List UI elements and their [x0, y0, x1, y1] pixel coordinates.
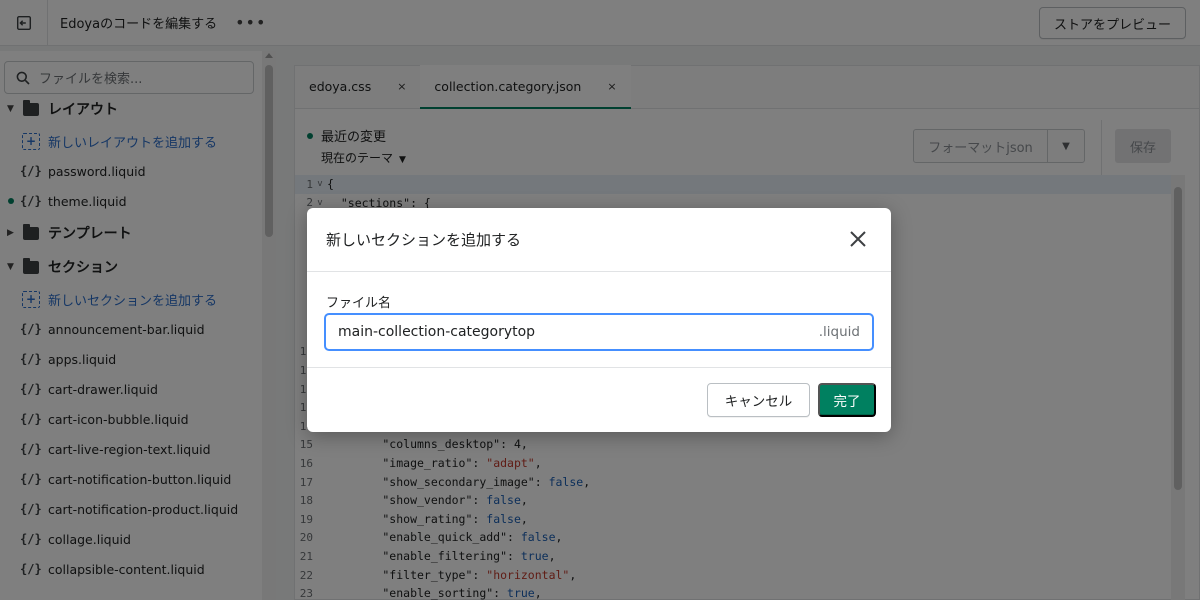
dialog-footer: キャンセル 完了 — [307, 368, 891, 432]
file-name-label: ファイル名 — [326, 296, 392, 311]
file-name-field[interactable]: .liquid — [324, 313, 874, 351]
file-name-input[interactable] — [338, 324, 819, 340]
cancel-button[interactable]: キャンセル — [707, 383, 810, 417]
add-section-dialog: 新しいセクションを追加する ファイル名 .liquid キャンセル 完了 — [307, 208, 891, 432]
file-extension-suffix: .liquid — [818, 324, 860, 340]
dialog-title: 新しいセクションを追加する — [326, 231, 522, 249]
done-button[interactable]: 完了 — [818, 383, 876, 417]
dialog-body: ファイル名 .liquid — [307, 272, 891, 368]
close-icon[interactable] — [847, 228, 869, 250]
dialog-header: 新しいセクションを追加する — [307, 208, 891, 272]
